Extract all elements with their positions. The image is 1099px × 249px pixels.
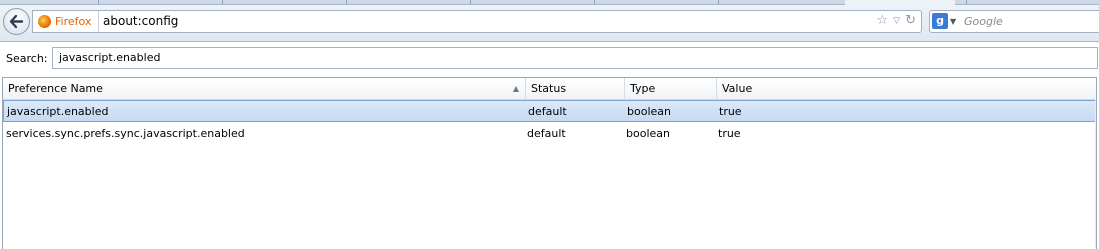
pref-value: true (718, 127, 741, 140)
search-label: Search: (6, 52, 48, 65)
chevron-down-icon: ▼ (950, 16, 957, 26)
column-header-label: Type (630, 82, 656, 95)
column-header-name[interactable]: Preference Name ▲ (3, 78, 526, 99)
column-header-label: Preference Name (8, 82, 103, 95)
tab-separator (222, 0, 223, 4)
table-row[interactable]: services.sync.prefs.sync.javascript.enab… (3, 123, 1096, 145)
column-header-value[interactable]: Value (717, 78, 1096, 99)
reload-icon[interactable]: ↻ (905, 13, 916, 28)
site-identity-button[interactable]: Firefox (33, 11, 100, 32)
pref-type: boolean (626, 127, 670, 140)
search-input[interactable]: javascript.enabled (52, 47, 1098, 69)
pref-type: boolean (627, 105, 671, 118)
pref-value: true (719, 105, 742, 118)
pref-name: javascript.enabled (7, 105, 109, 118)
column-header-label: Value (722, 82, 753, 95)
pref-status: default (528, 105, 567, 118)
tab-separator (470, 0, 471, 4)
tab-separator (346, 0, 347, 4)
pref-name: services.sync.prefs.sync.javascript.enab… (6, 127, 245, 140)
identity-label: Firefox (55, 15, 92, 28)
table-row[interactable]: javascript.enabled default boolean true (3, 100, 1096, 122)
back-arrow-icon (9, 14, 24, 29)
table-edge (1095, 99, 1096, 249)
tab-separator (966, 0, 967, 4)
preferences-table[interactable]: Preference Name ▲ Status Type Value java… (2, 77, 1097, 249)
search-engine-button[interactable]: g ▼ (932, 13, 956, 29)
url-bar-icons: ☆ ▽ ↻ (877, 13, 916, 28)
table-header: Preference Name ▲ Status Type Value (3, 78, 1096, 100)
tab-separator (98, 0, 99, 4)
navigation-toolbar: Firefox about:config ☆ ▽ ↻ g ▼ Google (0, 5, 1099, 42)
search-placeholder: Google (964, 15, 1003, 28)
filter-row: Search: javascript.enabled (0, 42, 1099, 70)
url-bar[interactable]: Firefox about:config ☆ ▽ ↻ (32, 10, 922, 33)
pref-status: default (527, 127, 566, 140)
star-icon[interactable]: ☆ (877, 13, 889, 28)
url-text[interactable]: about:config (103, 14, 178, 28)
dropdown-arrow-icon[interactable]: ▽ (893, 16, 900, 26)
firefox-logo-icon (38, 15, 51, 28)
tab-separator (718, 0, 719, 4)
sort-ascending-icon: ▲ (512, 84, 519, 93)
back-button[interactable] (3, 8, 30, 35)
column-header-label: Status (531, 82, 567, 95)
web-search-bar[interactable]: g ▼ Google (929, 10, 1099, 33)
column-header-status[interactable]: Status (526, 78, 625, 99)
google-logo-icon: g (932, 13, 948, 29)
column-header-type[interactable]: Type (625, 78, 717, 99)
tab-separator (594, 0, 595, 4)
